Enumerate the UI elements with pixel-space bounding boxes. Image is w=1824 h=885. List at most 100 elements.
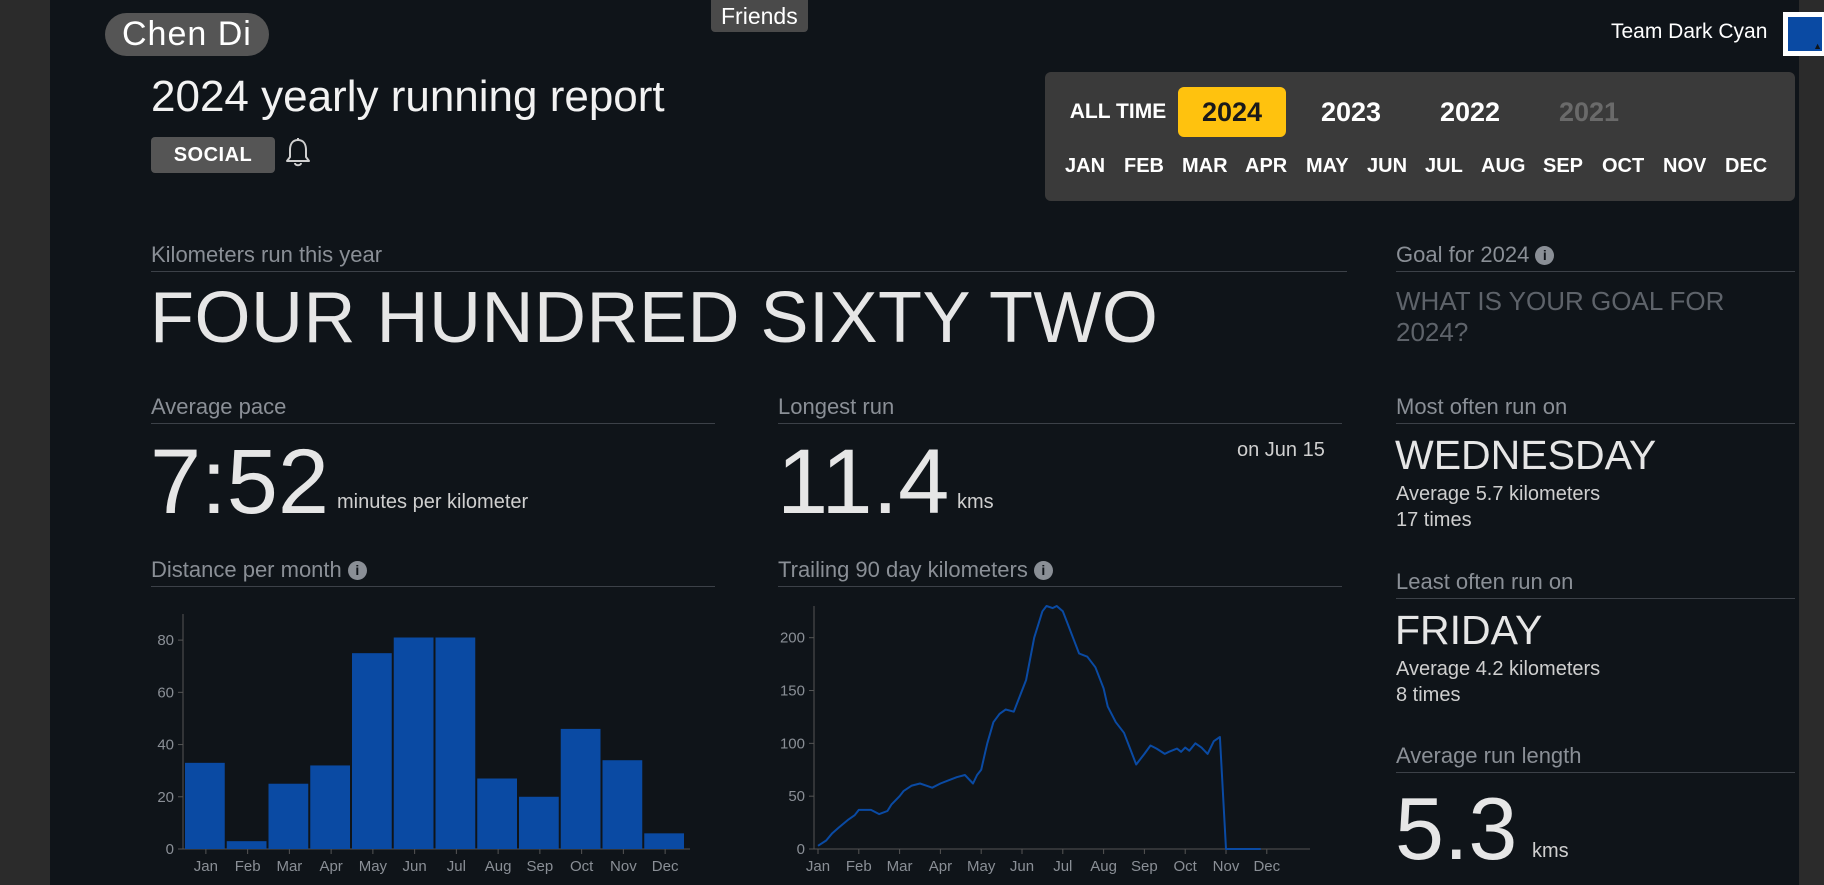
x-tick-label: Nov: [610, 858, 637, 875]
y-tick-label: 150: [780, 683, 805, 700]
tab-month-apr[interactable]: APR: [1245, 155, 1287, 178]
tab-month-nov[interactable]: NOV: [1663, 155, 1706, 178]
x-tick-label: Oct: [1174, 858, 1198, 875]
tab-year-2023[interactable]: 2023: [1297, 87, 1405, 137]
bar: [352, 653, 392, 849]
x-tick-label: Feb: [235, 858, 261, 875]
most-often-average: Average 5.7 kilometers: [1396, 483, 1601, 505]
pace-unit: minutes per kilometer: [337, 491, 529, 513]
user-name-button[interactable]: Chen Di: [105, 13, 269, 56]
x-tick-label: Jul: [447, 858, 466, 875]
tab-year-2024[interactable]: 2024: [1178, 87, 1286, 137]
least-often-average: Average 4.2 kilometers: [1396, 658, 1601, 680]
goal-label-text: Goal for 2024: [1396, 242, 1530, 267]
least-often-count: 8 times: [1396, 684, 1461, 706]
y-tick-label: 50: [788, 788, 805, 805]
bar: [310, 765, 350, 849]
avg-length-label: Average run length: [1396, 743, 1795, 773]
x-tick-label: Dec: [652, 858, 679, 875]
trailing-90-day-chart: 0 50 100 150 200 Jan Feb Mar Apr May Jun Jul Aug Sep O…: [780, 605, 1310, 875]
page-title: 2024 yearly running report: [151, 72, 665, 121]
longest-label: Longest run: [778, 394, 1342, 424]
tab-month-oct[interactable]: OCT: [1602, 155, 1644, 178]
x-tick-label: Jan: [806, 858, 830, 875]
y-tick-label: 0: [797, 841, 805, 858]
tab-month-dec[interactable]: DEC: [1725, 155, 1767, 178]
x-tick-label: Aug: [485, 858, 512, 875]
bar: [560, 728, 601, 849]
goal-prompt[interactable]: WHAT IS YOUR GOAL FOR 2024?: [1396, 286, 1776, 348]
km-label: Kilometers run this year: [151, 242, 1347, 272]
friends-button[interactable]: Friends: [711, 0, 808, 32]
tab-all-time[interactable]: ALL TIME: [1053, 87, 1183, 137]
tab-month-aug[interactable]: AUG: [1481, 155, 1525, 178]
x-tick-label: Jul: [1053, 858, 1072, 875]
most-often-day: WEDNESDAY: [1395, 432, 1657, 478]
avg-length-unit: kms: [1532, 840, 1569, 862]
least-often-day: FRIDAY: [1395, 607, 1543, 653]
longest-value: 11.4: [777, 431, 950, 533]
y-tick-label: 40: [157, 737, 174, 754]
bar: [602, 760, 643, 849]
y-tick-label: 80: [157, 632, 174, 649]
tab-month-jun[interactable]: JUN: [1367, 155, 1407, 178]
caret-up-icon: ▲: [1813, 41, 1822, 51]
x-tick-label: Aug: [1090, 858, 1117, 875]
info-icon[interactable]: i: [1033, 561, 1053, 580]
y-tick-label: 20: [157, 789, 174, 806]
report-page: Chen Di Friends Team Dark Cyan ▲ 2024 ye…: [50, 0, 1824, 885]
tab-month-may[interactable]: MAY: [1306, 155, 1349, 178]
distance-per-month-text: Distance per month: [151, 557, 342, 582]
y-tick-label: 60: [157, 684, 174, 701]
bell-icon[interactable]: [284, 137, 312, 169]
y-tick-label: 200: [780, 630, 805, 647]
tab-month-sep[interactable]: SEP: [1543, 155, 1583, 178]
bar: [185, 762, 225, 849]
most-often-count: 17 times: [1396, 509, 1472, 531]
social-button[interactable]: SOCIAL: [151, 137, 275, 173]
tab-year-2021: 2021: [1558, 97, 1620, 127]
km-words: FOUR HUNDRED SIXTY TWO: [150, 278, 1159, 358]
bar: [226, 841, 267, 849]
tab-month-jul[interactable]: JUL: [1425, 155, 1463, 178]
x-tick-label: Mar: [276, 858, 302, 875]
bar: [435, 637, 476, 849]
x-tick-label: Oct: [570, 858, 594, 875]
longest-unit: kms: [957, 491, 994, 513]
distance-per-month-chart: 0 20 40 60 80 Jan Feb Mar Apr May Jun Jul Aug Sep Oct N…: [157, 614, 690, 875]
x-tick-label: May: [359, 858, 388, 875]
least-often-label: Least often run on: [1396, 569, 1795, 599]
x-tick-label: Jun: [1010, 858, 1034, 875]
info-icon[interactable]: i: [347, 561, 367, 580]
x-tick-label: Jun: [403, 858, 427, 875]
tab-month-jan[interactable]: JAN: [1065, 155, 1105, 178]
x-tick-label: Feb: [846, 858, 872, 875]
avg-length-value: 5.3: [1395, 779, 1518, 878]
x-tick-label: May: [967, 858, 996, 875]
bar: [393, 637, 434, 849]
info-icon[interactable]: i: [1535, 246, 1555, 265]
x-tick-label: Sep: [527, 858, 554, 875]
x-tick-label: Dec: [1253, 858, 1280, 875]
longest-date: on Jun 15: [1237, 439, 1325, 461]
x-tick-label: Sep: [1131, 858, 1158, 875]
y-tick-label: 0: [166, 841, 174, 858]
y-tick-label: 100: [780, 735, 805, 752]
bar: [268, 783, 309, 849]
tab-year-2022[interactable]: 2022: [1416, 87, 1524, 137]
most-often-label: Most often run on: [1396, 394, 1795, 424]
pace-value: 7:52: [150, 431, 330, 533]
bar: [519, 796, 559, 849]
distance-per-month-label: Distance per month i: [151, 557, 715, 587]
trailing-label-text: Trailing 90 day kilometers: [778, 557, 1028, 582]
x-tick-label: Mar: [887, 858, 913, 875]
team-name[interactable]: Team Dark Cyan: [1611, 20, 1767, 44]
tab-month-feb[interactable]: FEB: [1124, 155, 1164, 178]
x-tick-label: Nov: [1213, 858, 1240, 875]
bar: [477, 778, 517, 849]
team-avatar[interactable]: ▲: [1783, 12, 1824, 56]
x-tick-label: Jan: [194, 858, 218, 875]
x-tick-label: Apr: [929, 858, 952, 875]
x-tick-label: Apr: [319, 858, 342, 875]
tab-month-mar[interactable]: MAR: [1182, 155, 1228, 178]
